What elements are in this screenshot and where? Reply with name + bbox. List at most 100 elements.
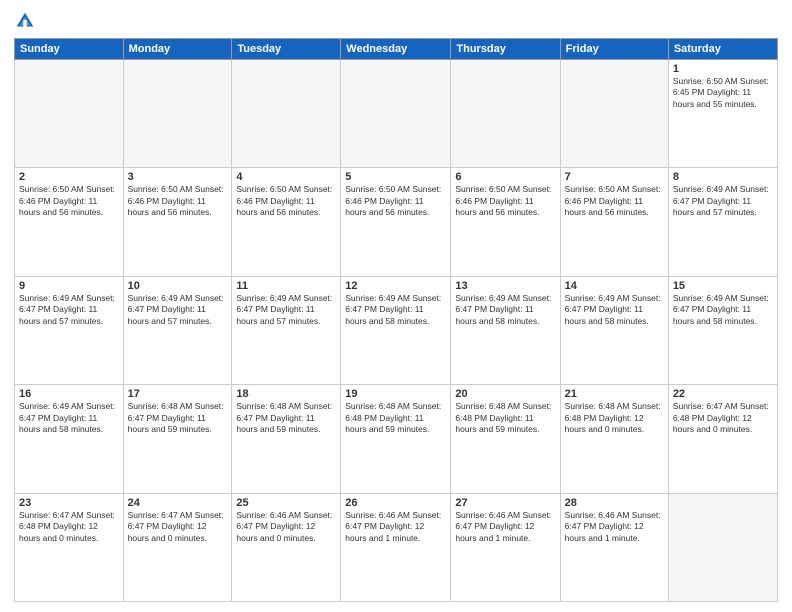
day-info: Sunrise: 6:49 AM Sunset: 6:47 PM Dayligh…	[565, 293, 664, 327]
calendar-cell: 10Sunrise: 6:49 AM Sunset: 6:47 PM Dayli…	[123, 276, 232, 384]
day-number: 8	[673, 171, 773, 183]
calendar-cell	[15, 60, 124, 168]
day-number: 28	[565, 497, 664, 509]
day-info: Sunrise: 6:46 AM Sunset: 6:47 PM Dayligh…	[565, 510, 664, 544]
day-info: Sunrise: 6:46 AM Sunset: 6:47 PM Dayligh…	[455, 510, 555, 544]
calendar-cell: 26Sunrise: 6:46 AM Sunset: 6:47 PM Dayli…	[341, 493, 451, 601]
day-number: 5	[345, 171, 446, 183]
calendar-cell: 21Sunrise: 6:48 AM Sunset: 6:48 PM Dayli…	[560, 385, 668, 493]
calendar-cell: 8Sunrise: 6:49 AM Sunset: 6:47 PM Daylig…	[668, 168, 777, 276]
day-number: 22	[673, 388, 773, 400]
col-monday: Monday	[123, 39, 232, 60]
day-number: 2	[19, 171, 119, 183]
day-number: 11	[236, 280, 336, 292]
calendar-cell: 13Sunrise: 6:49 AM Sunset: 6:47 PM Dayli…	[451, 276, 560, 384]
calendar-cell	[341, 60, 451, 168]
calendar-cell: 5Sunrise: 6:50 AM Sunset: 6:46 PM Daylig…	[341, 168, 451, 276]
calendar-cell	[123, 60, 232, 168]
calendar-cell: 3Sunrise: 6:50 AM Sunset: 6:46 PM Daylig…	[123, 168, 232, 276]
day-info: Sunrise: 6:48 AM Sunset: 6:47 PM Dayligh…	[236, 401, 336, 435]
calendar-cell: 27Sunrise: 6:46 AM Sunset: 6:47 PM Dayli…	[451, 493, 560, 601]
calendar-cell: 16Sunrise: 6:49 AM Sunset: 6:47 PM Dayli…	[15, 385, 124, 493]
day-info: Sunrise: 6:50 AM Sunset: 6:46 PM Dayligh…	[236, 184, 336, 218]
day-info: Sunrise: 6:50 AM Sunset: 6:45 PM Dayligh…	[673, 76, 773, 110]
calendar-cell	[560, 60, 668, 168]
day-number: 15	[673, 280, 773, 292]
day-info: Sunrise: 6:48 AM Sunset: 6:48 PM Dayligh…	[345, 401, 446, 435]
day-info: Sunrise: 6:50 AM Sunset: 6:46 PM Dayligh…	[19, 184, 119, 218]
day-info: Sunrise: 6:49 AM Sunset: 6:47 PM Dayligh…	[19, 293, 119, 327]
day-info: Sunrise: 6:48 AM Sunset: 6:48 PM Dayligh…	[455, 401, 555, 435]
calendar-cell: 28Sunrise: 6:46 AM Sunset: 6:47 PM Dayli…	[560, 493, 668, 601]
day-number: 3	[128, 171, 228, 183]
day-number: 10	[128, 280, 228, 292]
calendar-cell: 22Sunrise: 6:47 AM Sunset: 6:48 PM Dayli…	[668, 385, 777, 493]
calendar-cell: 19Sunrise: 6:48 AM Sunset: 6:48 PM Dayli…	[341, 385, 451, 493]
day-number: 4	[236, 171, 336, 183]
calendar-cell: 24Sunrise: 6:47 AM Sunset: 6:47 PM Dayli…	[123, 493, 232, 601]
day-info: Sunrise: 6:50 AM Sunset: 6:46 PM Dayligh…	[128, 184, 228, 218]
col-saturday: Saturday	[668, 39, 777, 60]
day-info: Sunrise: 6:49 AM Sunset: 6:47 PM Dayligh…	[345, 293, 446, 327]
calendar-cell: 4Sunrise: 6:50 AM Sunset: 6:46 PM Daylig…	[232, 168, 341, 276]
calendar-cell: 7Sunrise: 6:50 AM Sunset: 6:46 PM Daylig…	[560, 168, 668, 276]
day-info: Sunrise: 6:50 AM Sunset: 6:46 PM Dayligh…	[345, 184, 446, 218]
calendar-cell	[668, 493, 777, 601]
day-number: 26	[345, 497, 446, 509]
day-info: Sunrise: 6:47 AM Sunset: 6:48 PM Dayligh…	[673, 401, 773, 435]
col-wednesday: Wednesday	[341, 39, 451, 60]
page: Sunday Monday Tuesday Wednesday Thursday…	[0, 0, 792, 612]
day-number: 13	[455, 280, 555, 292]
day-info: Sunrise: 6:50 AM Sunset: 6:46 PM Dayligh…	[455, 184, 555, 218]
calendar-week-row: 23Sunrise: 6:47 AM Sunset: 6:48 PM Dayli…	[15, 493, 778, 601]
calendar-cell: 14Sunrise: 6:49 AM Sunset: 6:47 PM Dayli…	[560, 276, 668, 384]
logo	[14, 10, 38, 32]
day-number: 16	[19, 388, 119, 400]
calendar-cell: 23Sunrise: 6:47 AM Sunset: 6:48 PM Dayli…	[15, 493, 124, 601]
calendar-cell: 25Sunrise: 6:46 AM Sunset: 6:47 PM Dayli…	[232, 493, 341, 601]
col-sunday: Sunday	[15, 39, 124, 60]
day-info: Sunrise: 6:49 AM Sunset: 6:47 PM Dayligh…	[19, 401, 119, 435]
calendar-cell	[451, 60, 560, 168]
calendar-cell	[232, 60, 341, 168]
calendar-cell: 17Sunrise: 6:48 AM Sunset: 6:47 PM Dayli…	[123, 385, 232, 493]
day-number: 24	[128, 497, 228, 509]
day-info: Sunrise: 6:46 AM Sunset: 6:47 PM Dayligh…	[345, 510, 446, 544]
calendar-cell: 12Sunrise: 6:49 AM Sunset: 6:47 PM Dayli…	[341, 276, 451, 384]
day-number: 23	[19, 497, 119, 509]
day-number: 25	[236, 497, 336, 509]
day-info: Sunrise: 6:48 AM Sunset: 6:47 PM Dayligh…	[128, 401, 228, 435]
calendar-week-row: 2Sunrise: 6:50 AM Sunset: 6:46 PM Daylig…	[15, 168, 778, 276]
col-tuesday: Tuesday	[232, 39, 341, 60]
day-number: 20	[455, 388, 555, 400]
day-number: 21	[565, 388, 664, 400]
day-info: Sunrise: 6:50 AM Sunset: 6:46 PM Dayligh…	[565, 184, 664, 218]
day-info: Sunrise: 6:49 AM Sunset: 6:47 PM Dayligh…	[128, 293, 228, 327]
calendar-cell: 9Sunrise: 6:49 AM Sunset: 6:47 PM Daylig…	[15, 276, 124, 384]
day-number: 12	[345, 280, 446, 292]
col-friday: Friday	[560, 39, 668, 60]
calendar-cell: 20Sunrise: 6:48 AM Sunset: 6:48 PM Dayli…	[451, 385, 560, 493]
header	[14, 10, 778, 32]
day-info: Sunrise: 6:49 AM Sunset: 6:47 PM Dayligh…	[236, 293, 336, 327]
day-info: Sunrise: 6:46 AM Sunset: 6:47 PM Dayligh…	[236, 510, 336, 544]
day-info: Sunrise: 6:48 AM Sunset: 6:48 PM Dayligh…	[565, 401, 664, 435]
day-number: 6	[455, 171, 555, 183]
calendar: Sunday Monday Tuesday Wednesday Thursday…	[14, 38, 778, 602]
day-number: 18	[236, 388, 336, 400]
day-number: 7	[565, 171, 664, 183]
day-info: Sunrise: 6:49 AM Sunset: 6:47 PM Dayligh…	[673, 293, 773, 327]
day-number: 17	[128, 388, 228, 400]
day-number: 19	[345, 388, 446, 400]
calendar-cell: 6Sunrise: 6:50 AM Sunset: 6:46 PM Daylig…	[451, 168, 560, 276]
day-number: 9	[19, 280, 119, 292]
calendar-cell: 11Sunrise: 6:49 AM Sunset: 6:47 PM Dayli…	[232, 276, 341, 384]
day-number: 14	[565, 280, 664, 292]
logo-icon	[14, 10, 36, 32]
calendar-cell: 15Sunrise: 6:49 AM Sunset: 6:47 PM Dayli…	[668, 276, 777, 384]
day-info: Sunrise: 6:49 AM Sunset: 6:47 PM Dayligh…	[673, 184, 773, 218]
day-number: 27	[455, 497, 555, 509]
day-info: Sunrise: 6:49 AM Sunset: 6:47 PM Dayligh…	[455, 293, 555, 327]
calendar-cell: 1Sunrise: 6:50 AM Sunset: 6:45 PM Daylig…	[668, 60, 777, 168]
calendar-week-row: 16Sunrise: 6:49 AM Sunset: 6:47 PM Dayli…	[15, 385, 778, 493]
